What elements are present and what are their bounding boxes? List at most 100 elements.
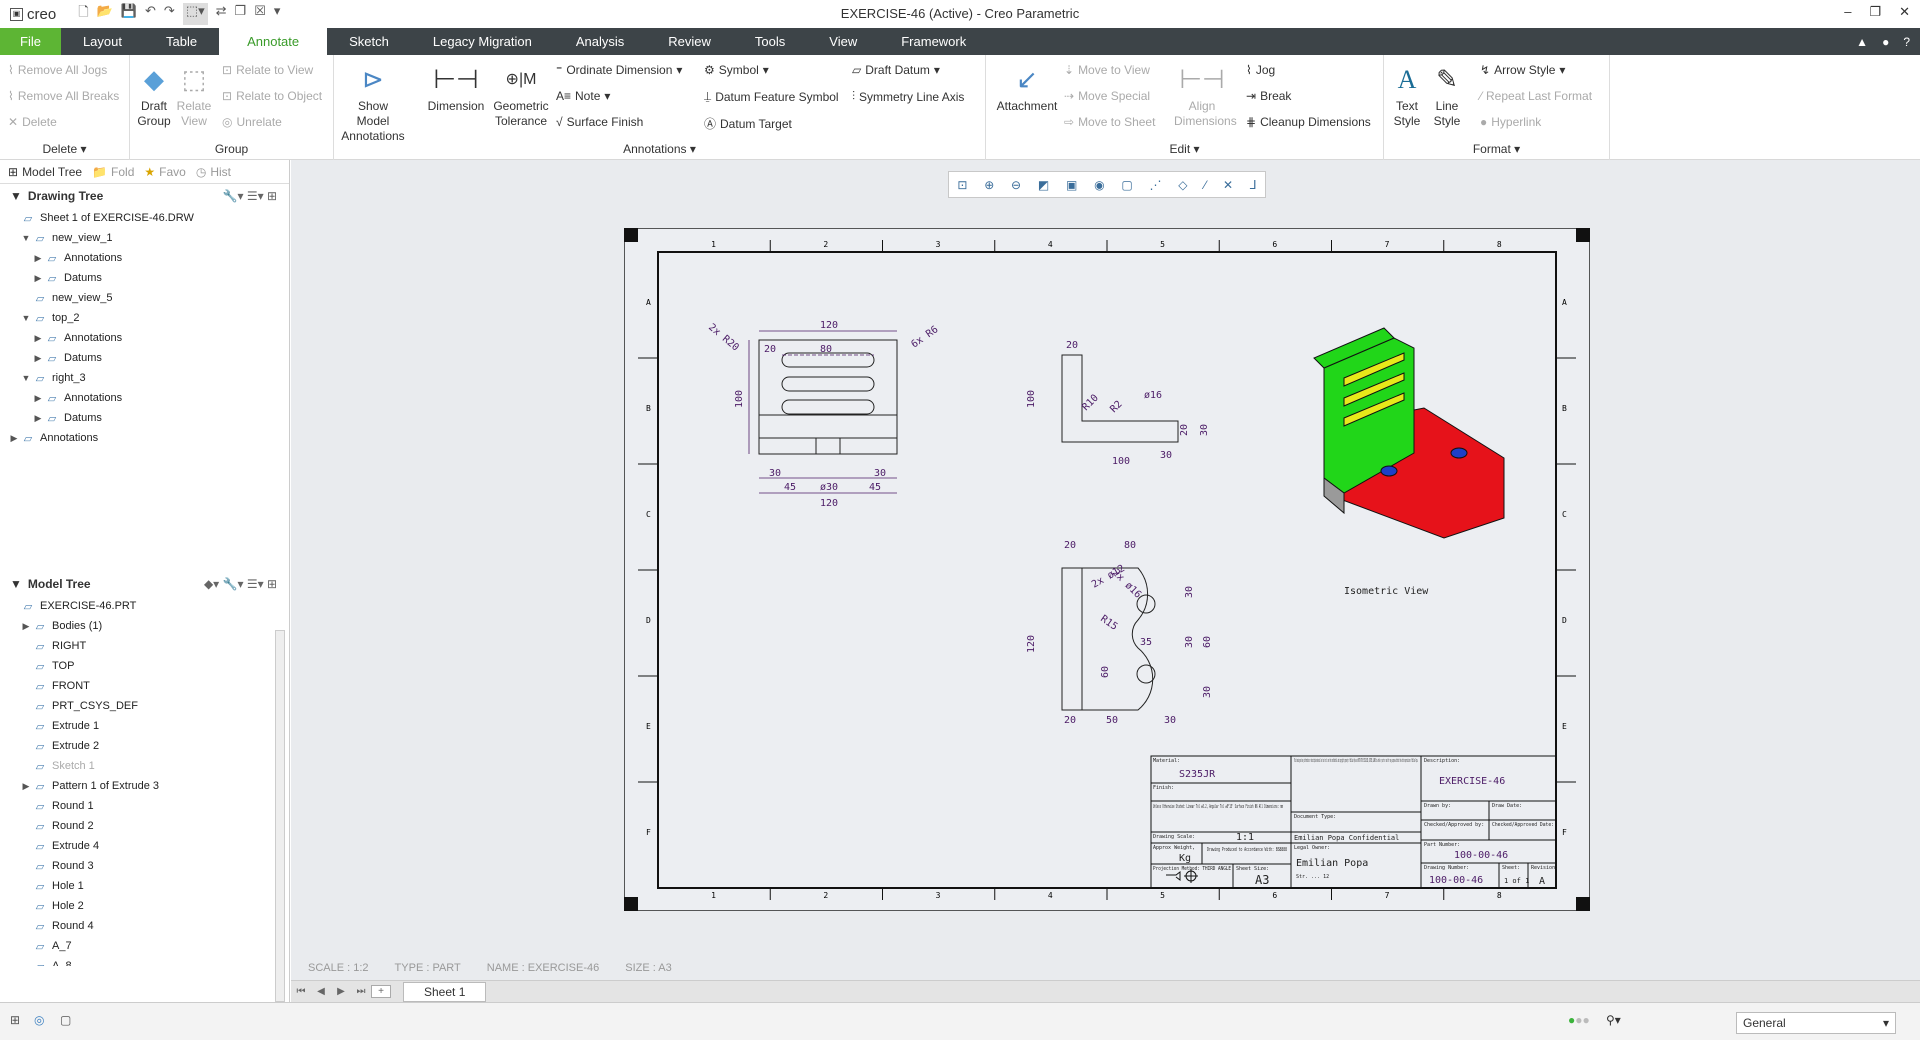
show-navigator-icon[interactable]: ⊞ bbox=[10, 1013, 20, 1027]
repeat-last-format-button[interactable]: ⁄ Repeat Last Format bbox=[1480, 89, 1592, 103]
dimension-button[interactable]: ⊢⊣ Dimension bbox=[424, 61, 488, 114]
text-style-button[interactable]: A Text Style bbox=[1390, 61, 1424, 129]
tree-item[interactable]: ▱ Extrude 4 bbox=[0, 836, 289, 856]
annotations-group-label[interactable]: Annotations ▾ bbox=[334, 142, 985, 156]
tab-tools[interactable]: Tools bbox=[733, 28, 807, 55]
new-icon[interactable]: 🗋 bbox=[78, 3, 88, 25]
tab-favorites[interactable]: ★ Favo bbox=[144, 165, 185, 179]
move-to-sheet-button[interactable]: ⇨ Move to Sheet bbox=[1064, 115, 1155, 129]
minimize-icon[interactable]: – bbox=[1844, 4, 1851, 20]
save-icon[interactable]: 💾 bbox=[121, 3, 137, 25]
tree-item[interactable]: ▱ Hole 2 bbox=[0, 896, 289, 916]
tree-item[interactable]: ▶ ▱ Pattern 1 of Extrude 3 bbox=[0, 776, 289, 796]
tree-item[interactable]: ▱ PRT_CSYS_DEF bbox=[0, 696, 289, 716]
expand-icon[interactable]: ▼ bbox=[20, 373, 32, 383]
tree-item[interactable]: ▱ Round 1 bbox=[0, 796, 289, 816]
expand-icon[interactable]: ▼ bbox=[20, 313, 32, 323]
tree-item[interactable]: ▱ FRONT bbox=[0, 676, 289, 696]
redo-icon[interactable]: ↷ bbox=[164, 3, 175, 25]
tree-item[interactable]: ▱ A_7 bbox=[0, 936, 289, 956]
tab-legacy-migration[interactable]: Legacy Migration bbox=[411, 28, 554, 55]
remove-all-jogs-button[interactable]: ⌇ Remove All Jogs bbox=[8, 63, 107, 77]
tab-annotate[interactable]: Annotate bbox=[219, 28, 328, 55]
datum-feature-symbol-button[interactable]: ⍊ Datum Feature Symbol bbox=[704, 89, 839, 104]
tree-item[interactable]: ▶ ▱ Annotations bbox=[0, 388, 289, 408]
break-button[interactable]: ⇥ Break bbox=[1246, 89, 1291, 103]
tree-item[interactable]: ▱ A_8 bbox=[0, 956, 289, 966]
expand-icon[interactable]: ▶ bbox=[20, 621, 32, 632]
prev-sheet-icon[interactable]: ◀ bbox=[311, 986, 331, 997]
tree-item[interactable]: ▱ RIGHT bbox=[0, 636, 289, 656]
point-display-icon[interactable]: ✕ bbox=[1223, 178, 1233, 192]
format-group-label[interactable]: Format ▾ bbox=[1384, 142, 1609, 156]
arrow-style-button[interactable]: ↯ Arrow Style ▾ bbox=[1480, 63, 1565, 77]
attachment-button[interactable]: ↙ Attachment bbox=[994, 61, 1060, 114]
regenerate-icon[interactable]: ⇄ bbox=[216, 3, 227, 25]
customize-icon[interactable]: ▾ bbox=[274, 3, 281, 25]
repaint-icon[interactable]: ◩ bbox=[1038, 178, 1049, 192]
tree-item[interactable]: ▱ new_view_5 bbox=[0, 288, 289, 308]
relate-to-object-button[interactable]: ⊡ Relate to Object bbox=[222, 89, 322, 103]
line-style-button[interactable]: ✎ Line Style bbox=[1430, 61, 1464, 129]
first-sheet-icon[interactable]: ⏮ bbox=[291, 986, 311, 997]
zoom-out-icon[interactable]: ⊖ bbox=[1011, 178, 1021, 192]
tab-table[interactable]: Table bbox=[144, 28, 219, 55]
tab-review[interactable]: Review bbox=[646, 28, 733, 55]
minimize-ribbon-icon[interactable]: ▲ bbox=[1856, 35, 1868, 49]
relate-view-button[interactable]: ⬚ Relate View bbox=[176, 61, 212, 129]
delete-button[interactable]: ✕ Delete bbox=[8, 115, 57, 129]
restore-icon[interactable]: ❐ bbox=[1869, 4, 1881, 20]
geometric-tolerance-button[interactable]: ⊕|M Geometric Tolerance bbox=[490, 61, 552, 129]
saved-views-icon[interactable]: ◉ bbox=[1094, 178, 1104, 192]
tree-item[interactable]: ▶ ▱ Datums bbox=[0, 348, 289, 368]
tab-folder-browser[interactable]: 📁 Fold bbox=[92, 165, 134, 179]
tab-model-tree[interactable]: ⊞ Model Tree bbox=[8, 165, 82, 179]
tree-item[interactable]: ▱ Extrude 2 bbox=[0, 736, 289, 756]
delete-group-label[interactable]: Delete ▾ bbox=[0, 142, 129, 156]
tree-item[interactable]: ▼ ▱ new_view_1 bbox=[0, 228, 289, 248]
unrelate-button[interactable]: ◎ Unrelate bbox=[222, 115, 282, 129]
tab-layout[interactable]: Layout bbox=[61, 28, 144, 55]
windows-icon[interactable]: ❐ bbox=[235, 3, 247, 25]
tab-analysis[interactable]: Analysis bbox=[554, 28, 646, 55]
surface-finish-button[interactable]: √ Surface Finish bbox=[556, 115, 643, 129]
tree-item[interactable]: ▼ ▱ top_2 bbox=[0, 308, 289, 328]
move-special-button[interactable]: ⇢ Move Special bbox=[1064, 89, 1150, 103]
tree-item[interactable]: ▱ TOP bbox=[0, 656, 289, 676]
tree-item[interactable]: ▶ ▱ Annotations bbox=[0, 328, 289, 348]
tree-item[interactable]: ▶ ▱ Bodies (1) bbox=[0, 616, 289, 636]
ordinate-dimension-button[interactable]: ⁼ Ordinate Dimension ▾ bbox=[556, 63, 682, 77]
tree-item[interactable]: ▱ Sketch 1 bbox=[0, 756, 289, 776]
help-icon[interactable]: ? bbox=[1903, 35, 1910, 49]
view-manager-icon[interactable]: ▢ bbox=[1121, 178, 1132, 192]
symbol-button[interactable]: ⚙ Symbol ▾ bbox=[704, 63, 769, 77]
tree-item[interactable]: ▱ Round 4 bbox=[0, 916, 289, 936]
next-sheet-icon[interactable]: ▶ bbox=[331, 986, 351, 997]
tree-item[interactable]: ▶ ▱ Annotations bbox=[0, 428, 289, 448]
full-screen-icon[interactable]: ▢ bbox=[60, 1013, 71, 1027]
expand-icon[interactable]: ▶ bbox=[8, 433, 20, 444]
expand-icon[interactable]: ▼ bbox=[20, 233, 32, 243]
edit-group-label[interactable]: Edit ▾ bbox=[986, 142, 1383, 156]
add-sheet-button[interactable]: + bbox=[371, 985, 391, 998]
tab-sketch[interactable]: Sketch bbox=[327, 28, 411, 55]
symmetry-line-axis-button[interactable]: ⫶ Symmetry Line Axis bbox=[852, 89, 964, 104]
jog-button[interactable]: ⌇ Jog bbox=[1246, 63, 1275, 77]
regeneration-status-icon[interactable]: ●●● bbox=[1568, 1013, 1590, 1027]
expand-icon[interactable]: ▶ bbox=[32, 273, 44, 284]
refit-icon[interactable]: ⊡ bbox=[957, 178, 967, 192]
cleanup-dimensions-button[interactable]: ⋕ Cleanup Dimensions bbox=[1246, 115, 1371, 129]
axis-display-icon[interactable]: ⁄ bbox=[1204, 178, 1206, 192]
remove-all-breaks-button[interactable]: ⌇ Remove All Breaks bbox=[8, 89, 119, 103]
tab-view[interactable]: View bbox=[807, 28, 879, 55]
model-tree-settings-icon[interactable]: ◆▾ 🔧▾ ☰▾ ⊞ bbox=[204, 577, 289, 591]
tree-item[interactable]: ▶ ▱ Datums bbox=[0, 268, 289, 288]
tab-history[interactable]: ◷ Hist bbox=[196, 165, 231, 179]
hyperlink-button[interactable]: ● Hyperlink bbox=[1480, 115, 1541, 129]
datum-display-icon[interactable]: ⋰ bbox=[1149, 178, 1161, 192]
expand-icon[interactable]: ▶ bbox=[32, 413, 44, 424]
zoom-in-icon[interactable]: ⊕ bbox=[984, 178, 994, 192]
move-to-view-button[interactable]: ⇣ Move to View bbox=[1064, 63, 1150, 77]
tree-item[interactable]: ▱ Hole 1 bbox=[0, 876, 289, 896]
tab-file[interactable]: File bbox=[0, 28, 61, 55]
